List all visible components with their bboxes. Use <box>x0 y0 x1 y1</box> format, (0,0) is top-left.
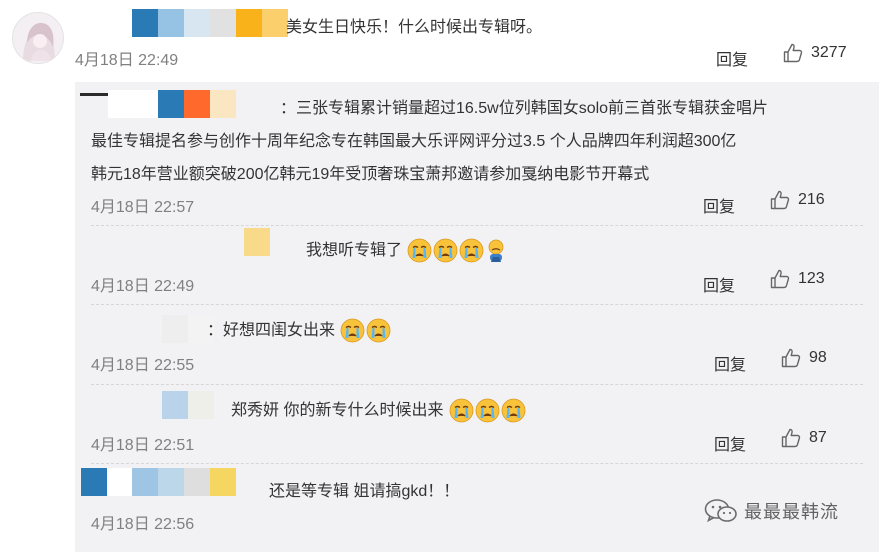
reply-text-line: 韩元18年营业额突破200亿韩元19年受顶奢珠宝萧邦邀请参加戛纳电影节开幕式 <box>91 166 650 183</box>
like-count: 3277 <box>811 44 847 61</box>
username-mosaic[interactable] <box>162 391 214 419</box>
reply-button[interactable]: 回复 <box>703 193 735 217</box>
reply-text-body: ：好想四闺女出来 <box>207 322 336 339</box>
reply-button[interactable]: 回复 <box>714 351 746 375</box>
reply-text-body: 郑秀妍 你的新专什么时候出来 <box>231 402 444 419</box>
crying-face-emoji <box>341 318 365 343</box>
divider <box>91 225 863 226</box>
crying-face-emoji <box>501 398 526 423</box>
thumbs-up-icon <box>770 269 790 289</box>
divider <box>91 384 863 385</box>
main-comment-text: 美女生日快乐！什么时候出专辑呀。 <box>286 19 543 36</box>
reply-time: 4月18日 22:49 <box>91 278 195 295</box>
like-count: 216 <box>798 191 825 208</box>
crying-face-emoji <box>449 398 474 423</box>
crying-face-emoji <box>434 238 458 263</box>
reply-button[interactable]: 回复 <box>714 431 746 455</box>
reply-button[interactable]: 回复 <box>703 272 735 296</box>
reply-text-line: 最佳专辑提名参与创作十周年纪念专在韩国最大乐评网评分过3.5 个人品牌四年利润超… <box>91 133 737 150</box>
like-button[interactable]: 98 <box>781 348 827 368</box>
reply-button[interactable]: 回复 <box>716 46 748 70</box>
divider <box>91 463 863 464</box>
like-button[interactable]: 87 <box>781 428 827 448</box>
thumbs-up-icon <box>783 43 803 63</box>
crying-face-emoji <box>475 398 500 423</box>
like-count: 98 <box>809 349 827 366</box>
like-count: 87 <box>809 429 827 446</box>
avatar[interactable] <box>12 12 64 64</box>
divider <box>91 304 863 305</box>
pouting-face-emoji <box>489 239 504 263</box>
like-button[interactable]: 216 <box>770 190 825 210</box>
username-mosaic[interactable] <box>244 228 270 256</box>
username-mosaic[interactable] <box>132 9 288 37</box>
reply-text: ：三张专辑累计销量超过16.5w位列韩国女solo前三首张专辑获金唱片 最佳专辑… <box>91 92 851 191</box>
thumbs-up-icon <box>781 348 801 368</box>
reply-text: ：好想四闺女出来 <box>207 316 391 343</box>
reply-time: 4月18日 22:55 <box>91 357 195 374</box>
crying-face-emoji <box>408 238 432 263</box>
reply-time: 4月18日 22:56 <box>91 516 195 533</box>
reply-time: 4月18日 22:57 <box>91 199 195 216</box>
comment-time: 4月18日 22:49 <box>75 52 179 69</box>
reply-text-line: ：三张专辑累计销量超过16.5w位列韩国女solo前三首张专辑获金唱片 <box>280 100 769 117</box>
username-mosaic[interactable] <box>81 468 236 496</box>
crying-face-emoji <box>460 238 484 263</box>
reply-text: 还是等专辑 姐请搞gkd！！ <box>269 483 460 500</box>
reply-text: 郑秀妍 你的新专什么时候出来 <box>231 396 526 423</box>
thumbs-up-icon <box>770 190 790 210</box>
like-button[interactable]: 123 <box>770 269 825 289</box>
reply-text: 我想听专辑了 <box>306 236 507 263</box>
thumbs-up-icon <box>781 428 801 448</box>
wechat-icon <box>704 499 737 523</box>
like-count: 123 <box>798 270 825 287</box>
wechat-watermark: 最最最韩流 <box>704 498 839 524</box>
like-button[interactable]: 3277 <box>783 43 847 63</box>
crying-face-emoji <box>367 318 391 343</box>
reply-text-body: 我想听专辑了 <box>306 242 403 259</box>
watermark-text: 最最最韩流 <box>744 502 839 522</box>
reply-time: 4月18日 22:51 <box>91 437 195 454</box>
